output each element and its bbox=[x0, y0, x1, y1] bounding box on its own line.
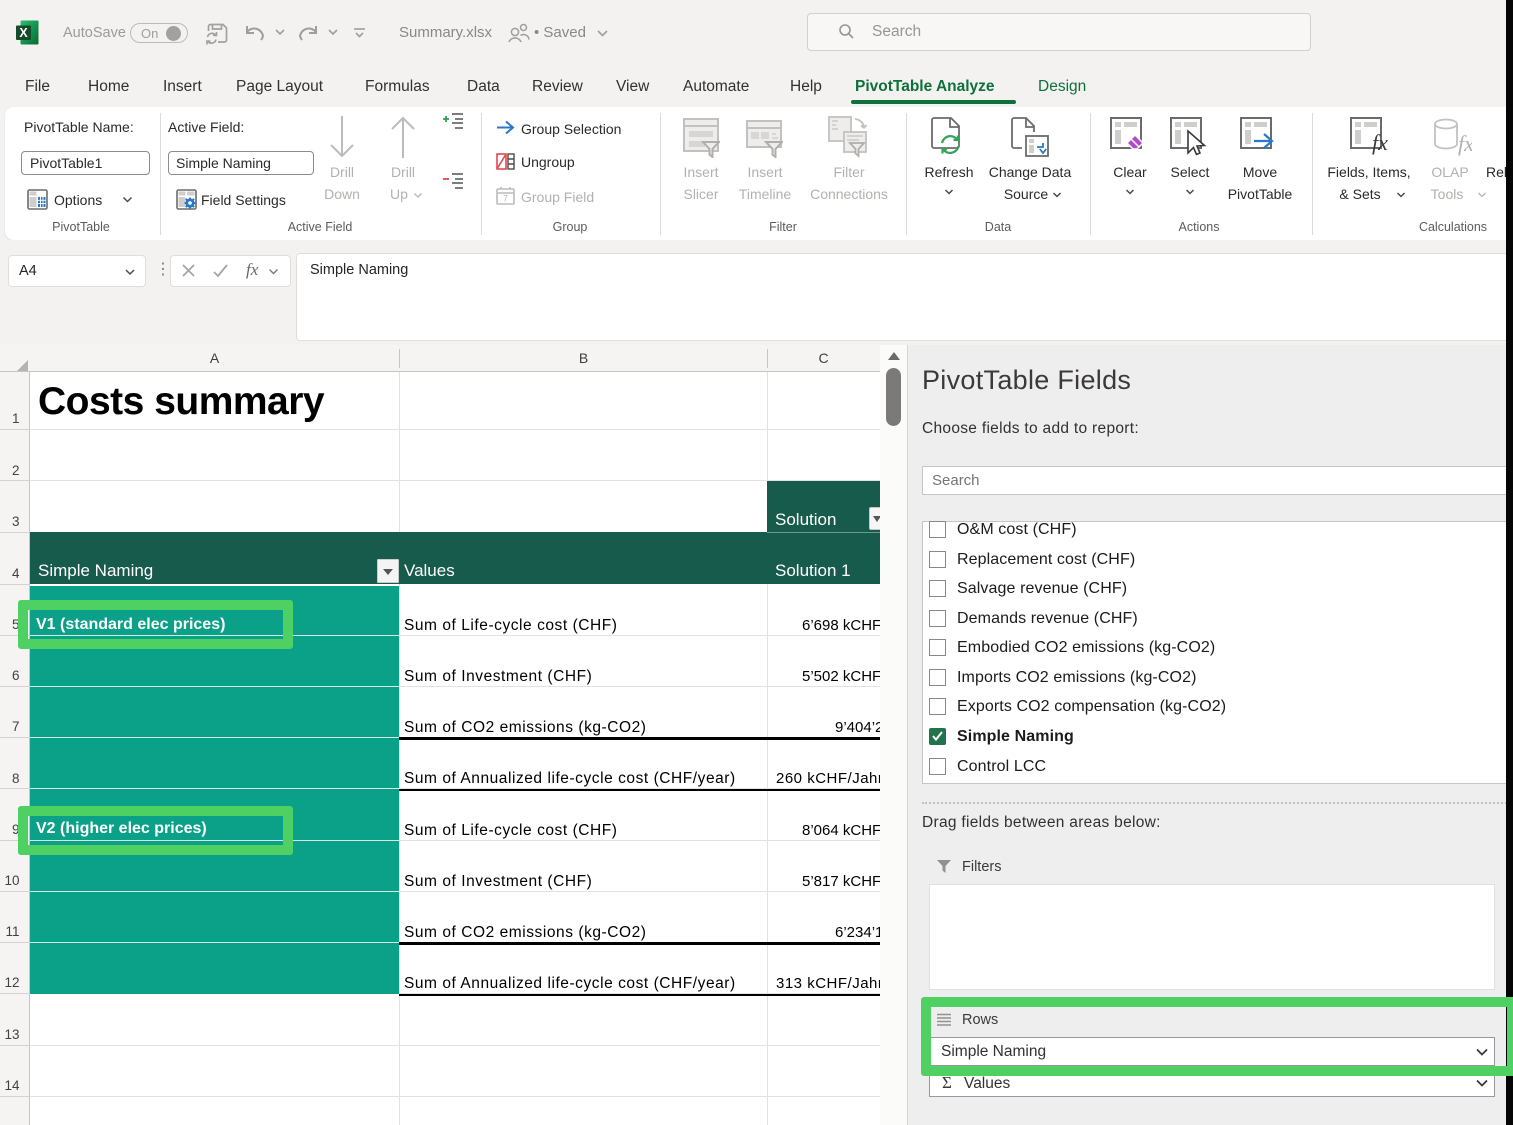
svg-text:fx: fx bbox=[1372, 130, 1388, 155]
svg-text:fx: fx bbox=[1458, 131, 1472, 156]
svg-text:X: X bbox=[19, 26, 28, 40]
svg-text:7: 7 bbox=[503, 194, 508, 204]
